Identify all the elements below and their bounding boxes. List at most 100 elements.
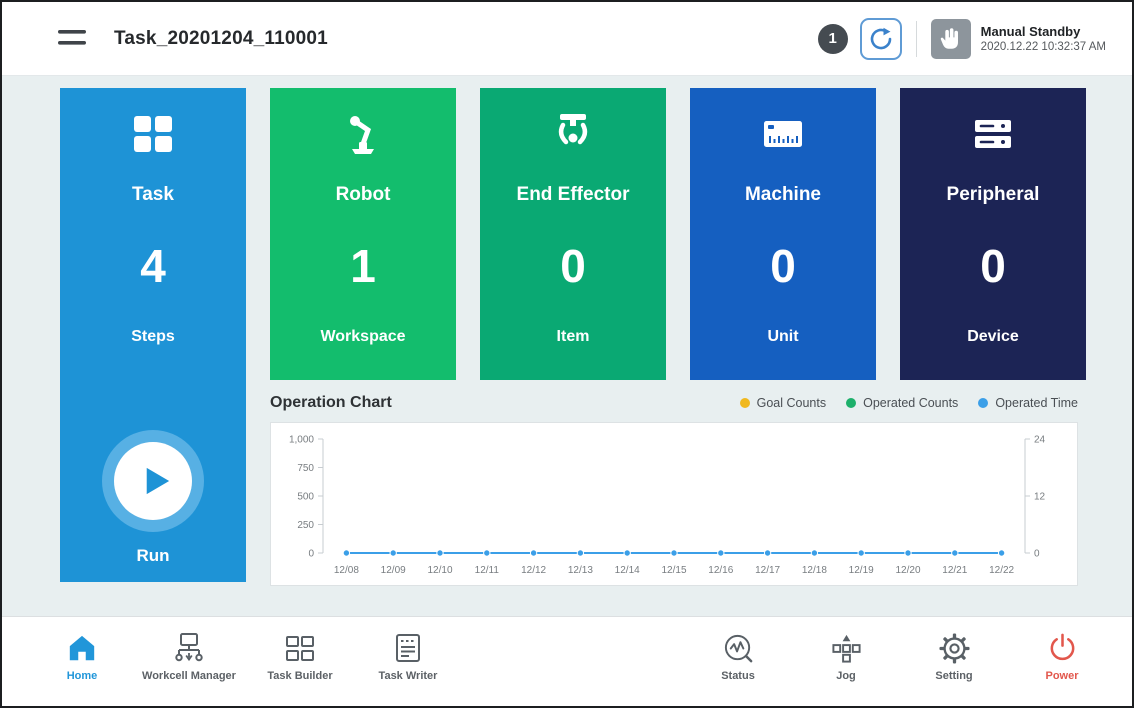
nav-label: Jog <box>836 670 856 682</box>
svg-text:12/08: 12/08 <box>334 565 359 576</box>
nav-home[interactable]: Home <box>36 617 128 706</box>
hamburger-icon <box>58 28 88 50</box>
card-value: 0 <box>900 238 1086 294</box>
card-title: Peripheral <box>900 184 1086 206</box>
nav-task-builder[interactable]: Task Builder <box>250 617 350 706</box>
legend-label: Goal Counts <box>757 396 826 410</box>
svg-text:12/09: 12/09 <box>381 565 406 576</box>
card-subtitle: Device <box>900 328 1086 346</box>
nav-label: Status <box>721 670 755 682</box>
nav-workcell-manager[interactable]: Workcell Manager <box>128 617 250 706</box>
card-robot[interactable]: Robot 1 Workspace <box>270 88 456 380</box>
card-value: 1 <box>270 238 456 294</box>
legend-operated-time: Operated Time <box>978 396 1078 410</box>
card-title: Robot <box>270 184 456 206</box>
legend-label: Operated Time <box>995 396 1078 410</box>
header-divider <box>916 21 917 57</box>
svg-text:12/21: 12/21 <box>942 565 967 576</box>
svg-text:12/17: 12/17 <box>755 565 780 576</box>
header-right: 1 Manual Standby 2020.12.22 10:32:37 AM <box>818 18 1106 60</box>
card-value: 0 <box>480 238 666 294</box>
menu-button[interactable] <box>58 28 88 50</box>
server-stack-icon <box>900 108 1086 160</box>
operation-chart-svg: 0 250 500 750 1,000 0 12 24 12/08 12/09 12/10 12/11… <box>271 423 1077 585</box>
card-title: Machine <box>690 184 876 206</box>
nav-task-writer[interactable]: Task Writer <box>350 617 466 706</box>
nav-right-group: Status Jog <box>688 617 1112 706</box>
task-panel[interactable]: Task 4 Steps Run <box>60 88 246 582</box>
card-subtitle: Item <box>480 328 666 346</box>
svg-text:12: 12 <box>1034 492 1046 503</box>
card-title: End Effector <box>480 184 666 206</box>
power-icon <box>1046 630 1079 666</box>
task-panel-subtitle: Steps <box>60 328 246 346</box>
page-title: Task_20201204_110001 <box>114 28 328 50</box>
svg-text:12/10: 12/10 <box>427 565 452 576</box>
manual-mode-icon[interactable] <box>931 19 971 59</box>
operated-counts-dot-icon <box>846 398 856 408</box>
svg-text:250: 250 <box>297 520 314 531</box>
nav-label: Workcell Manager <box>142 670 236 682</box>
legend-operated-counts: Operated Counts <box>846 396 958 410</box>
svg-text:1,000: 1,000 <box>289 435 314 446</box>
card-subtitle: Unit <box>690 328 876 346</box>
run-button[interactable] <box>102 430 204 532</box>
svg-text:12/19: 12/19 <box>849 565 874 576</box>
run-button-inner <box>114 442 192 520</box>
machine-icon <box>690 108 876 160</box>
operated-time-dot-icon <box>978 398 988 408</box>
rotate-icon <box>869 27 893 51</box>
svg-text:12/13: 12/13 <box>568 565 593 576</box>
task-builder-icon <box>284 630 316 666</box>
jog-icon <box>830 630 863 666</box>
rotate-reset-button[interactable] <box>860 18 902 60</box>
svg-text:12/18: 12/18 <box>802 565 827 576</box>
svg-text:12/11: 12/11 <box>475 565 500 576</box>
app-window: Task_20201204_110001 1 Manual Standby 20… <box>0 0 1134 708</box>
svg-text:12/12: 12/12 <box>521 565 546 576</box>
nav-jog[interactable]: Jog <box>796 617 896 706</box>
svg-text:750: 750 <box>297 463 314 474</box>
operation-chart: 0 250 500 750 1,000 0 12 24 12/08 12/09 12/10 12/11… <box>270 422 1078 586</box>
svg-text:500: 500 <box>297 492 314 503</box>
operation-chart-header: Operation Chart Goal Counts Operated Cou… <box>270 394 1078 412</box>
card-end-effector[interactable]: End Effector 0 Item <box>480 88 666 380</box>
task-step-count: 4 <box>60 238 246 294</box>
svg-text:24: 24 <box>1034 435 1046 446</box>
run-label: Run <box>60 546 246 566</box>
nav-status[interactable]: Status <box>688 617 788 706</box>
card-subtitle: Workspace <box>270 328 456 346</box>
task-panel-title: Task <box>60 184 246 206</box>
nav-label: Setting <box>935 670 972 682</box>
card-peripheral[interactable]: Peripheral 0 Device <box>900 88 1086 380</box>
datetime-label: 2020.12.22 10:32:37 AM <box>981 41 1106 53</box>
nav-power[interactable]: Power <box>1012 617 1112 706</box>
card-machine[interactable]: Machine 0 Unit <box>690 88 876 380</box>
status-icon <box>722 630 755 666</box>
svg-text:12/16: 12/16 <box>708 565 733 576</box>
svg-text:0: 0 <box>1034 549 1040 560</box>
alert-count-badge[interactable]: 1 <box>818 24 848 54</box>
gripper-icon <box>480 108 666 160</box>
svg-text:12/20: 12/20 <box>895 565 920 576</box>
task-icon <box>60 108 246 160</box>
card-value: 0 <box>690 238 876 294</box>
task-writer-icon <box>392 630 424 666</box>
bottom-nav: Home Workcell Manager <box>2 616 1132 706</box>
hand-icon <box>938 26 964 52</box>
nav-label: Power <box>1045 670 1078 682</box>
nav-label: Home <box>67 670 98 682</box>
header: Task_20201204_110001 1 Manual Standby 20… <box>2 2 1132 76</box>
nav-label: Task Writer <box>379 670 438 682</box>
robot-arm-icon <box>270 108 456 160</box>
nav-label: Task Builder <box>267 670 332 682</box>
nav-setting[interactable]: Setting <box>904 617 1004 706</box>
svg-text:0: 0 <box>308 549 314 560</box>
nav-left-group: Home Workcell Manager <box>36 617 466 706</box>
workcell-manager-icon <box>171 630 207 666</box>
goal-counts-dot-icon <box>740 398 750 408</box>
svg-text:12/14: 12/14 <box>615 565 640 576</box>
play-icon <box>143 466 171 496</box>
chart-legend: Goal Counts Operated Counts Operated Tim… <box>740 396 1078 410</box>
svg-text:12/15: 12/15 <box>661 565 686 576</box>
